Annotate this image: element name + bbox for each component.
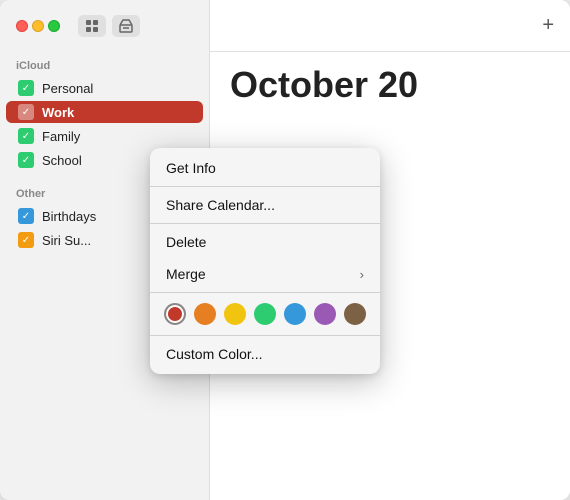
family-label: Family — [42, 129, 80, 144]
color-red[interactable] — [164, 303, 186, 325]
siri-label: Siri Su... — [42, 233, 91, 248]
work-label: Work — [42, 105, 74, 120]
color-green[interactable] — [254, 303, 276, 325]
menu-item-share-calendar[interactable]: Share Calendar... — [150, 189, 380, 221]
inbox-icon[interactable] — [112, 15, 140, 37]
personal-label: Personal — [42, 81, 93, 96]
icloud-section-label: iCloud — [0, 52, 209, 76]
main-titlebar: + — [210, 0, 570, 52]
menu-separator-2 — [150, 223, 380, 224]
minimize-button[interactable] — [32, 20, 44, 32]
menu-separator-3 — [150, 292, 380, 293]
color-brown[interactable] — [344, 303, 366, 325]
menu-item-delete-label: Delete — [166, 234, 206, 250]
grid-view-icon[interactable] — [78, 15, 106, 37]
color-yellow[interactable] — [224, 303, 246, 325]
menu-item-share-label: Share Calendar... — [166, 197, 275, 213]
birthdays-label: Birthdays — [42, 209, 96, 224]
color-orange[interactable] — [194, 303, 216, 325]
traffic-lights — [16, 20, 60, 32]
menu-item-delete[interactable]: Delete — [150, 226, 380, 258]
color-purple[interactable] — [314, 303, 336, 325]
sidebar-item-work[interactable]: ✓ Work — [6, 101, 203, 123]
context-menu: Get Info Share Calendar... Delete Merge … — [150, 148, 380, 374]
menu-item-custom-color-label: Custom Color... — [166, 346, 262, 362]
school-checkbox: ✓ — [18, 152, 34, 168]
family-checkbox: ✓ — [18, 128, 34, 144]
menu-item-merge[interactable]: Merge › — [150, 258, 380, 290]
sidebar-titlebar — [0, 0, 209, 52]
add-event-button[interactable]: + — [542, 14, 554, 37]
fullscreen-button[interactable] — [48, 20, 60, 32]
sidebar-item-family[interactable]: ✓ Family — [6, 125, 203, 147]
month-title: October 20 — [210, 52, 570, 118]
chevron-right-icon: › — [360, 267, 364, 282]
menu-item-get-info-label: Get Info — [166, 160, 216, 176]
birthdays-checkbox: ✓ — [18, 208, 34, 224]
app-window: iCloud ✓ Personal ✓ Work ✓ Family ✓ Scho… — [0, 0, 570, 500]
color-blue[interactable] — [284, 303, 306, 325]
school-label: School — [42, 153, 82, 168]
color-picker-row — [150, 295, 380, 333]
toolbar-icons — [78, 15, 140, 37]
menu-separator-1 — [150, 186, 380, 187]
close-button[interactable] — [16, 20, 28, 32]
sidebar-item-personal[interactable]: ✓ Personal — [6, 77, 203, 99]
work-checkbox: ✓ — [18, 104, 34, 120]
menu-item-custom-color[interactable]: Custom Color... — [150, 338, 380, 370]
menu-separator-4 — [150, 335, 380, 336]
menu-item-merge-label: Merge — [166, 266, 206, 282]
siri-checkbox: ✓ — [18, 232, 34, 248]
menu-item-get-info[interactable]: Get Info — [150, 152, 380, 184]
personal-checkbox: ✓ — [18, 80, 34, 96]
